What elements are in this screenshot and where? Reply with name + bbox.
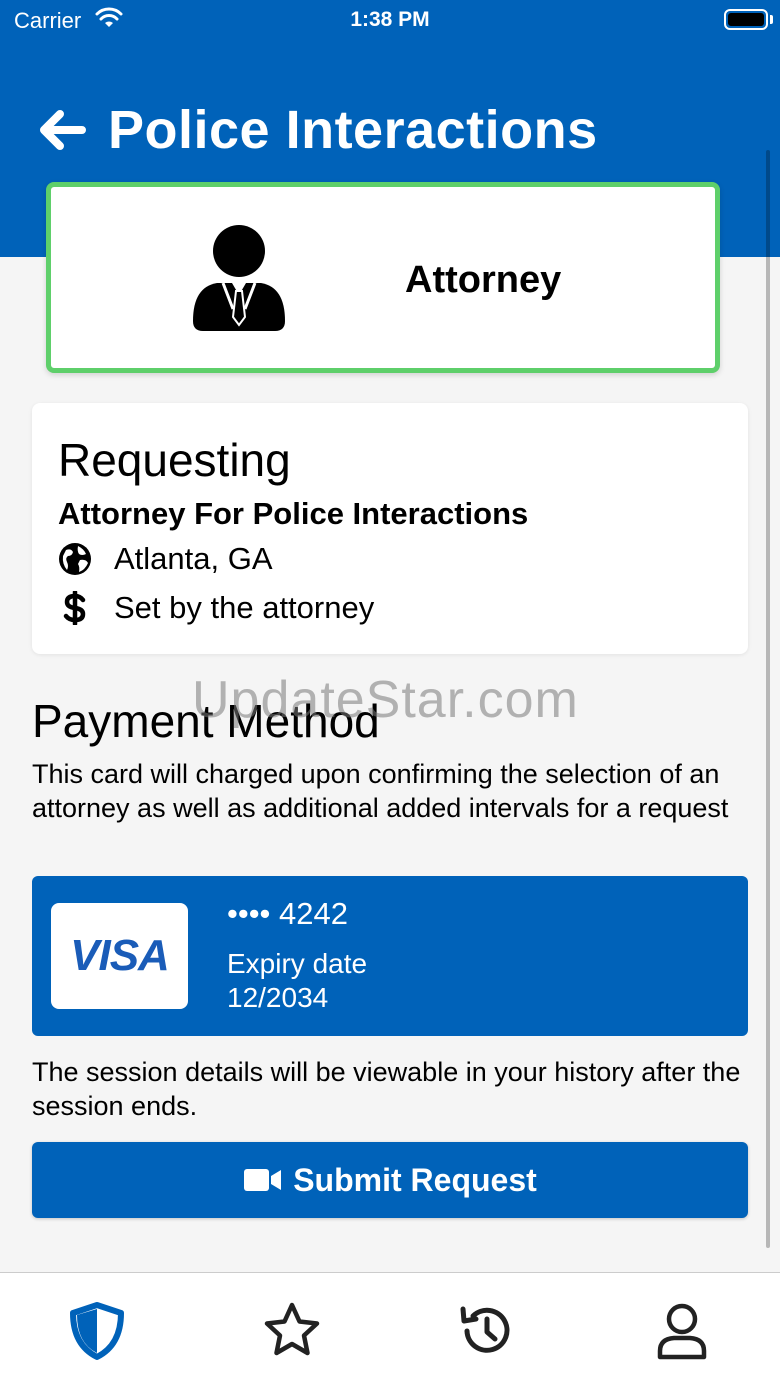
session-note: The session details will be viewable in … [32,1057,741,1121]
submit-request-button[interactable]: Submit Request [32,1142,748,1218]
location-text: Atlanta, GA [114,541,273,576]
price-row: Set by the attorney [58,590,374,626]
expiry-label: Expiry date [227,948,368,979]
tab-shield[interactable] [67,1301,127,1361]
scrollbar[interactable] [766,150,770,1248]
user-icon [657,1303,707,1360]
tab-history[interactable] [457,1301,517,1361]
visa-logo: VISA [51,903,188,1009]
requesting-heading: Requesting [58,434,291,486]
arrow-left-icon[interactable] [36,104,88,156]
page-title: Police Interactions [108,100,598,160]
shield-icon [70,1302,124,1360]
card-brand: VISA [70,931,170,980]
status-bar: Carrier 1:38 PM [0,0,780,40]
expiry-date: 12/2034 [227,982,329,1013]
request-details-card: Requesting Attorney For Police Interacti… [32,403,748,654]
request-subtitle: Attorney For Police Interactions [58,496,529,531]
attorney-label: Attorney [405,259,562,301]
tab-profile[interactable] [652,1301,712,1361]
card-number: •••• 4242 [227,896,348,931]
globe-icon [58,542,92,576]
history-icon [460,1306,510,1353]
submit-label: Submit Request [293,1161,537,1198]
star-icon [264,1302,320,1356]
tab-bar [0,1272,780,1387]
tab-favorites[interactable] [262,1301,322,1361]
payment-description: This card will charged upon confirming t… [32,759,729,823]
status-time: 1:38 PM [350,8,430,31]
location-row: Atlanta, GA [58,541,273,577]
price-text: Set by the attorney [114,590,375,625]
battery-icon [724,9,768,30]
attorney-option-card[interactable]: Attorney [46,182,720,373]
video-camera-icon [244,1169,282,1191]
dollar-icon [58,591,92,625]
watermark: UpdateStar.com [192,671,579,729]
attorney-icon [193,225,285,331]
title-row: Police Interactions [36,98,598,162]
payment-card[interactable]: VISA •••• 4242 Expiry date 12/2034 [32,876,748,1036]
